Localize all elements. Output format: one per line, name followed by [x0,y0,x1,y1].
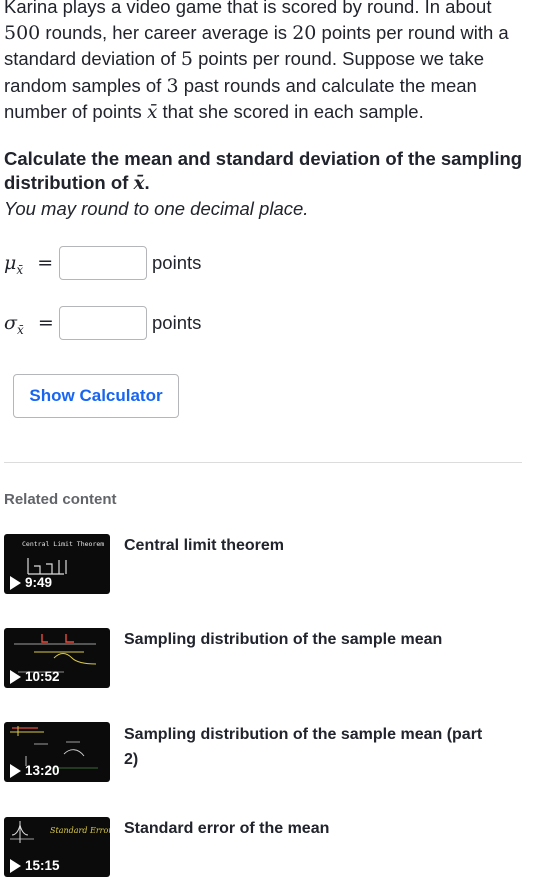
sd-label: σx̄ = [4,312,54,337]
video-duration: 9:49 [10,575,52,590]
video-duration: 15:15 [10,858,60,873]
mean-input[interactable] [59,246,147,280]
related-content-heading: Related content [4,491,117,508]
video-title-link[interactable]: Central limit theorem [124,533,484,558]
math-5: 5 [180,48,193,70]
play-icon [10,858,21,873]
math-20: 20 [292,21,317,44]
thumb-handwriting: Central Limit Theorem [22,540,104,548]
math-500: 500 [4,21,41,44]
sd-input[interactable] [59,306,147,340]
video-duration: 13:20 [10,763,60,778]
video-title-link[interactable]: Sampling distribution of the sample mean… [124,722,484,772]
problem-statement: Karina plays a video game that is scored… [4,0,509,123]
mean-unit: points [152,252,202,273]
math-xbar: x̄ [133,173,145,194]
video-duration: 10:52 [10,669,60,684]
video-title-link[interactable]: Standard error of the mean [124,816,484,841]
sd-unit: points [152,312,202,333]
video-thumbnail[interactable]: Standard Error 15:15 [4,817,110,877]
math-3: 3 [166,74,179,97]
mean-label: μx̄ = [4,252,54,277]
video-thumbnail[interactable]: 13:20 [4,722,110,782]
video-thumbnail[interactable]: Central Limit Theorem 9:49 [4,534,110,594]
rounding-hint: You may round to one decimal place. [4,198,309,219]
video-thumbnail[interactable]: 10:52 [4,628,110,688]
play-icon [10,669,21,684]
divider [4,462,522,463]
play-icon [10,763,21,778]
math-xbar: x̄ [146,102,158,123]
thumb-handwriting: Standard Error [50,826,110,835]
video-title-link[interactable]: Sampling distribution of the sample mean [124,627,484,652]
play-icon [10,575,21,590]
question-prompt: Calculate the mean and standard deviatio… [4,148,523,194]
show-calculator-button[interactable]: Show Calculator [13,374,179,418]
